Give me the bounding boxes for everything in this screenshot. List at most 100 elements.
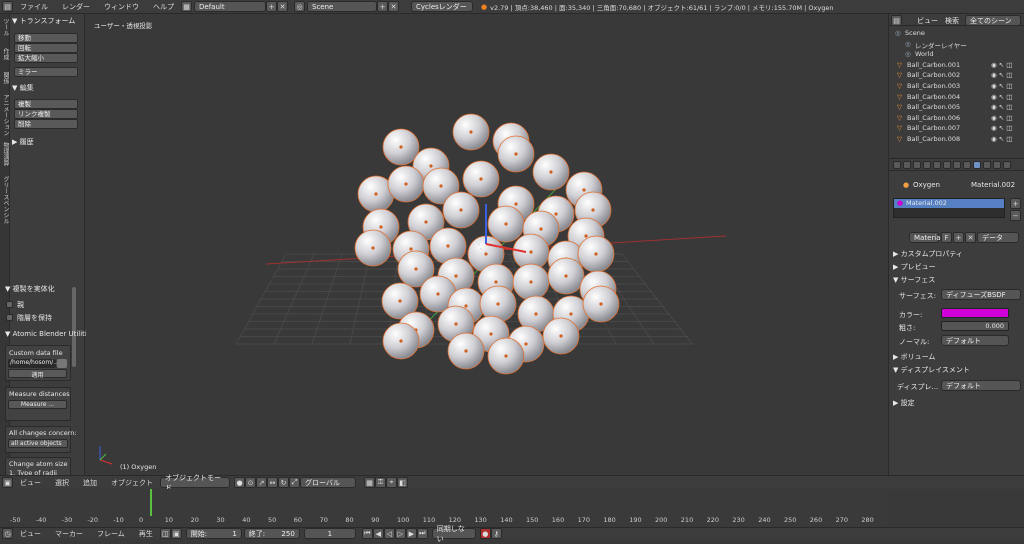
modifiers-tab-icon[interactable]: [953, 161, 961, 169]
settings-header[interactable]: ▶ 設定: [893, 398, 915, 408]
translate-icon[interactable]: ↔: [267, 477, 278, 488]
layers-icon[interactable]: ▦: [364, 477, 375, 488]
start-frame-field[interactable]: 開始: 1: [185, 528, 242, 539]
displacement-header[interactable]: ▼ ディスプレイスメント: [893, 365, 970, 375]
outliner-row[interactable]: ▽ Ball_Carbon.004 ◉ ↖ ◫: [891, 93, 1023, 103]
rotate-button[interactable]: 回転: [14, 43, 78, 53]
3d-viewport[interactable]: ユーザー・透視投影 (1) Oxygen: [86, 14, 887, 484]
rotate-icon[interactable]: ↻: [278, 477, 289, 488]
render-tab-icon[interactable]: [893, 161, 901, 169]
custom-data-path[interactable]: /home/hosom/...: [8, 359, 59, 368]
measure-button[interactable]: Measure ...: [8, 400, 67, 409]
timeline-editor-icon[interactable]: ◷: [2, 528, 13, 539]
link-select[interactable]: データ: [977, 232, 1019, 243]
texture-tab-icon[interactable]: [983, 161, 991, 169]
sync-select[interactable]: 同期しない: [431, 525, 476, 543]
keying-set-icon[interactable]: ⚷: [490, 528, 502, 539]
pivot-icon[interactable]: ⊙: [245, 477, 256, 488]
menu-help[interactable]: ヘルプ: [146, 2, 181, 12]
tab-relations[interactable]: 関係: [0, 72, 10, 84]
preview-range-icon[interactable]: ◫: [159, 528, 171, 539]
outliner-row[interactable]: ▽ Ball_Carbon.002 ◉ ↖ ◫: [891, 71, 1023, 81]
particles-tab-icon[interactable]: [993, 161, 1001, 169]
snap-icon[interactable]: ⌖: [386, 477, 397, 488]
tab-animation[interactable]: アニメーション: [0, 94, 10, 136]
add-slot-button[interactable]: +: [1010, 198, 1021, 209]
volume-header[interactable]: ▶ ボリューム: [893, 352, 935, 362]
scene-icon[interactable]: ◎: [294, 1, 305, 12]
atomic-panel-header[interactable]: ▼ Atomic Blender Utiliti: [5, 330, 87, 338]
scene-tab-icon[interactable]: [913, 161, 921, 169]
visibility-icon[interactable]: ◉ ↖ ◫: [991, 135, 1012, 143]
camera-icon[interactable]: ▣: [170, 528, 182, 539]
tab-physics[interactable]: 物理演算: [0, 142, 10, 166]
tab-create[interactable]: 作成: [0, 48, 10, 60]
view-menu[interactable]: ビュー: [13, 478, 48, 488]
edit-panel-header[interactable]: ▼ 編集: [12, 83, 34, 93]
tab-tools[interactable]: ツール: [0, 18, 10, 36]
outliner-row[interactable]: ▽ Ball_Carbon.007 ◉ ↖ ◫: [891, 124, 1023, 134]
end-frame-field[interactable]: 終了: 250: [243, 528, 300, 539]
delete-button[interactable]: 削除: [14, 119, 78, 129]
link-duplicate-button[interactable]: リンク複製: [14, 109, 78, 119]
visibility-icon[interactable]: ◉ ↖ ◫: [991, 114, 1012, 122]
mode-select[interactable]: オブジェクトモード: [160, 474, 230, 492]
scale-button[interactable]: 拡大縮小: [14, 53, 78, 63]
render-icon[interactable]: ◧: [397, 477, 408, 488]
frame-menu[interactable]: フレーム: [90, 529, 132, 539]
outliner-row[interactable]: ▽ Ball_Carbon.006 ◉ ↖ ◫: [891, 114, 1023, 124]
surface-select[interactable]: ディフューズBSDF: [941, 289, 1021, 300]
next-key-icon[interactable]: ▶: [405, 528, 417, 539]
world-tab-icon[interactable]: [923, 161, 931, 169]
object-tab-icon[interactable]: [933, 161, 941, 169]
apply-button[interactable]: 適用: [8, 369, 67, 379]
tool-scrollbar[interactable]: [72, 287, 76, 367]
material-name-field[interactable]: Material: [909, 232, 942, 243]
shading-icon[interactable]: ●: [234, 477, 245, 488]
marker-menu[interactable]: マーカー: [48, 529, 90, 539]
outliner-row[interactable]: ▽ Ball_Carbon.005 ◉ ↖ ◫: [891, 103, 1023, 113]
material-tab-icon[interactable]: [973, 161, 981, 169]
operator-panel-header[interactable]: ▼ 複製を実体化: [5, 284, 55, 294]
color-swatch[interactable]: [941, 308, 1009, 318]
custom-props-header[interactable]: ▶ カスタムプロパティ: [893, 249, 963, 259]
render-engine-select[interactable]: Cyclesレンダー: [411, 1, 473, 12]
outliner-row[interactable]: ◎ World: [891, 50, 1023, 60]
material-slot-item[interactable]: Material.002: [894, 199, 1004, 208]
layout-icon[interactable]: ▦: [181, 1, 192, 12]
timeline-view-menu[interactable]: ビュー: [13, 529, 48, 539]
displacement-select[interactable]: デフォルト: [941, 380, 1021, 391]
constraints-tab-icon[interactable]: [943, 161, 951, 169]
visibility-icon[interactable]: ◉ ↖ ◫: [991, 93, 1012, 101]
data-tab-icon[interactable]: [963, 161, 971, 169]
visibility-icon[interactable]: ◉ ↖ ◫: [991, 124, 1012, 132]
new-material-button[interactable]: +: [953, 232, 964, 243]
add-layout-button[interactable]: +: [266, 1, 277, 12]
transform-panel-header[interactable]: ▼ トランスフォーム: [12, 16, 75, 26]
add-menu[interactable]: 追加: [76, 478, 104, 488]
menu-window[interactable]: ウィンドウ: [97, 2, 146, 12]
object-menu[interactable]: オブジェクト: [104, 478, 160, 488]
history-panel-header[interactable]: ▶ 履歴: [12, 137, 34, 147]
scale-icon[interactable]: ⤢: [289, 477, 300, 488]
duplicate-button[interactable]: 複製: [14, 99, 78, 109]
visibility-icon[interactable]: ◉ ↖ ◫: [991, 61, 1012, 69]
keep-hierarchy-checkbox[interactable]: [6, 314, 13, 321]
outliner-row[interactable]: ◎ Scene: [891, 29, 1023, 39]
physics-tab-icon[interactable]: [1003, 161, 1011, 169]
tab-grease-pencil[interactable]: グリースペンシル: [0, 176, 10, 224]
parent-checkbox[interactable]: [6, 301, 13, 308]
jump-end-icon[interactable]: ⏭: [416, 528, 428, 539]
outliner-editor-icon[interactable]: ▤: [891, 15, 902, 26]
surface-header[interactable]: ▼ サーフェス: [893, 275, 935, 285]
current-frame-field[interactable]: 1: [303, 528, 356, 539]
changes-select[interactable]: all active objects: [8, 439, 68, 448]
scene-select[interactable]: Scene: [307, 1, 377, 12]
menu-render[interactable]: レンダー: [55, 2, 97, 12]
add-scene-button[interactable]: +: [377, 1, 388, 12]
remove-slot-button[interactable]: −: [1010, 210, 1021, 221]
prev-key-icon[interactable]: ◀: [372, 528, 384, 539]
layers-tab-icon[interactable]: [903, 161, 911, 169]
editor-type-icon[interactable]: ▣: [2, 477, 13, 488]
manipulator-icon[interactable]: ↗: [256, 477, 267, 488]
